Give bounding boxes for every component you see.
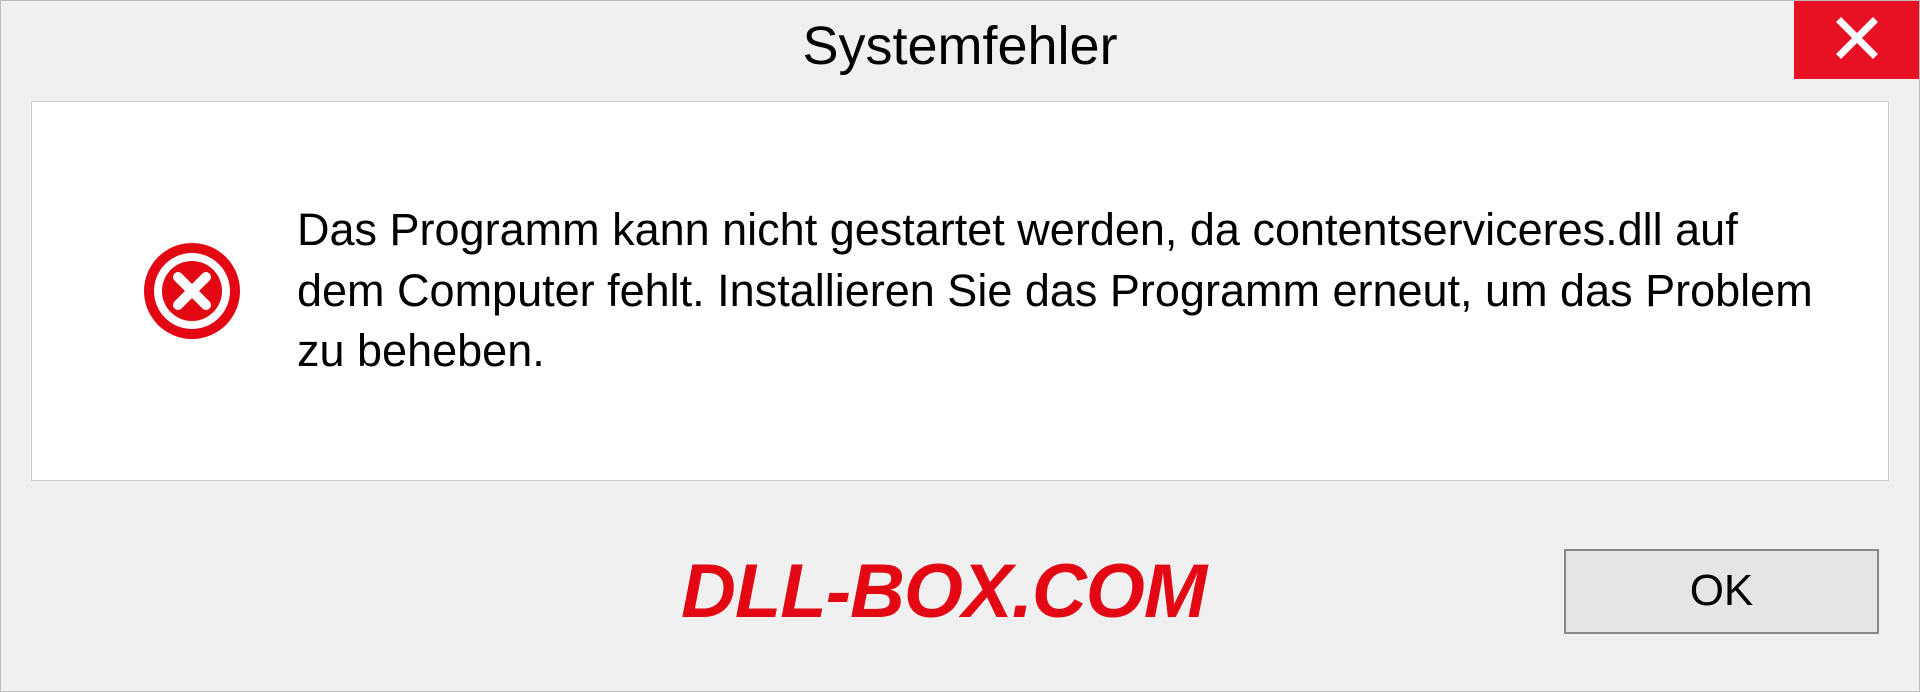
ok-button-label: OK <box>1690 566 1754 616</box>
content-panel: Das Programm kann nicht gestartet werden… <box>31 101 1889 481</box>
error-message: Das Programm kann nicht gestartet werden… <box>297 200 1828 382</box>
close-button[interactable] <box>1794 1 1919 79</box>
ok-button[interactable]: OK <box>1564 549 1879 634</box>
dialog-title: Systemfehler <box>802 15 1117 77</box>
error-icon <box>142 241 242 341</box>
watermark-text: DLL-BOX.COM <box>681 548 1206 635</box>
dialog-footer: DLL-BOX.COM OK <box>1 511 1919 691</box>
close-icon <box>1835 16 1879 65</box>
title-bar: Systemfehler <box>1 1 1919 91</box>
error-dialog: Systemfehler Das Programm kann nicht ges… <box>0 0 1920 692</box>
